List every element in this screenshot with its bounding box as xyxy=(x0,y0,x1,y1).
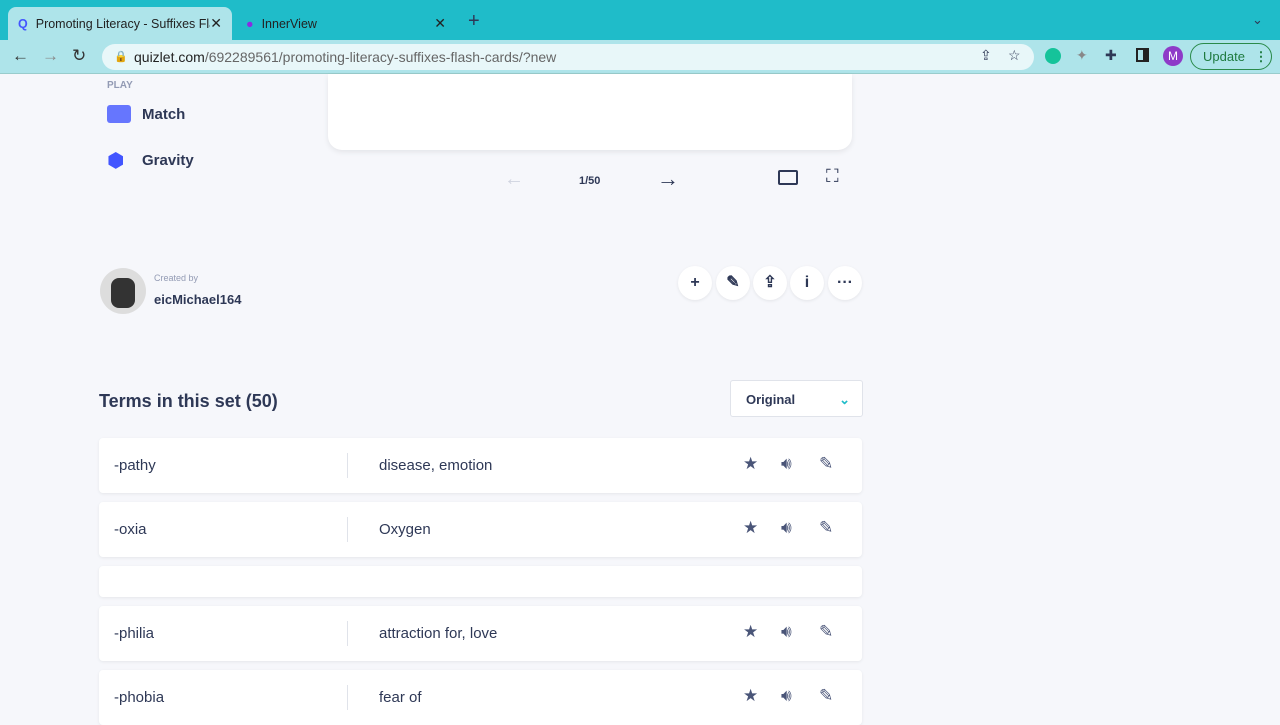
edit-icon[interactable]: ✎ xyxy=(819,518,833,538)
created-by-label: Created by xyxy=(154,273,199,283)
side-panel-icon[interactable] xyxy=(1136,48,1149,62)
creator-name[interactable]: eicMichael164 xyxy=(154,292,241,307)
audio-icon[interactable]: 🔊︎ xyxy=(781,686,792,706)
match-icon xyxy=(107,105,131,123)
back-icon[interactable]: ← xyxy=(12,46,29,66)
tab-list-chevron-icon[interactable]: ⌄ xyxy=(1252,12,1263,28)
url-input[interactable]: 🔒 quizlet.com/692289561/promoting-literac… xyxy=(102,44,1034,70)
more-icon[interactable]: ··· xyxy=(828,266,862,300)
audio-icon[interactable]: 🔊︎ xyxy=(781,454,792,474)
grammarly-icon[interactable] xyxy=(1045,48,1061,64)
audio-icon[interactable]: 🔊︎ xyxy=(781,622,792,642)
table-row: -pathy disease, emotion ★ 🔊︎ ✎ xyxy=(99,438,862,493)
tab-quizlet[interactable]: QPromoting Literacy - Suffixes Flash Car… xyxy=(8,7,232,40)
keyboard-icon[interactable] xyxy=(778,170,798,185)
table-row: -philia attraction for, love ★ 🔊︎ ✎ xyxy=(99,606,862,661)
sort-select[interactable]: Original ⌄ xyxy=(730,380,863,417)
table-row-placeholder xyxy=(99,566,862,597)
forward-icon[interactable]: → xyxy=(42,46,59,66)
innerview-icon: ● xyxy=(246,16,254,31)
avatar[interactable]: M xyxy=(1163,46,1183,66)
edit-icon[interactable]: ✎ xyxy=(819,686,833,706)
audio-icon[interactable]: 🔊︎ xyxy=(781,518,792,538)
close-tab-icon[interactable]: ✕ xyxy=(434,15,446,32)
star-icon[interactable]: ★ xyxy=(743,686,758,706)
star-icon[interactable]: ★ xyxy=(743,622,758,642)
card-counter: 1/50 xyxy=(579,175,601,187)
bookmark-star-icon[interactable]: ☆ xyxy=(1008,47,1021,64)
new-tab-button[interactable]: + xyxy=(468,10,480,33)
creator-avatar xyxy=(100,268,146,314)
table-row: -oxia Oxygen ★ 🔊︎ ✎ xyxy=(99,502,862,557)
section-label: PLAY xyxy=(107,80,133,91)
share-icon[interactable]: ⇪ xyxy=(980,47,992,64)
tab-bar: QPromoting Literacy - Suffixes Flash Car… xyxy=(0,0,1280,40)
info-icon[interactable]: i xyxy=(790,266,824,300)
lock-icon: 🔒 xyxy=(114,51,128,63)
table-row: -phobia fear of ★ 🔊︎ ✎ xyxy=(99,670,862,725)
prev-card-icon[interactable]: ← xyxy=(504,168,524,191)
tab-innerview[interactable]: ● InnerView ✕ xyxy=(236,7,456,40)
reload-icon[interactable]: ↻ xyxy=(72,46,86,66)
flashcard[interactable] xyxy=(328,74,852,150)
sidebar-item-match[interactable]: Match xyxy=(107,105,185,123)
next-card-icon[interactable]: → xyxy=(657,166,679,192)
star-icon[interactable]: ★ xyxy=(743,518,758,538)
update-button[interactable]: Update ⋮ xyxy=(1190,43,1272,70)
menu-dots-icon: ⋮ xyxy=(1254,49,1268,64)
edit-icon[interactable]: ✎ xyxy=(819,622,833,642)
terms-title: Terms in this set (50) xyxy=(99,391,278,411)
close-tab-icon[interactable]: ✕ xyxy=(210,15,222,32)
edit-icon[interactable]: ✎ xyxy=(716,266,750,300)
edit-icon[interactable]: ✎ xyxy=(819,454,833,474)
share-icon[interactable]: ⇪ xyxy=(753,266,787,300)
sidebar-item-gravity[interactable]: ⬢ Gravity xyxy=(107,148,194,172)
quizlet-icon: Q xyxy=(18,16,28,31)
chevron-down-icon: ⌄ xyxy=(839,392,850,407)
fullscreen-icon[interactable]: ⛶ xyxy=(826,166,839,187)
extension-icon[interactable]: ✦ xyxy=(1076,47,1088,64)
address-bar: ← → ↻ 🔒 quizlet.com/692289561/promoting-l… xyxy=(0,40,1280,74)
puzzle-icon[interactable]: ✚ xyxy=(1105,47,1117,64)
star-icon[interactable]: ★ xyxy=(743,454,758,474)
add-icon[interactable]: + xyxy=(678,266,712,300)
gravity-icon: ⬢ xyxy=(107,150,125,172)
